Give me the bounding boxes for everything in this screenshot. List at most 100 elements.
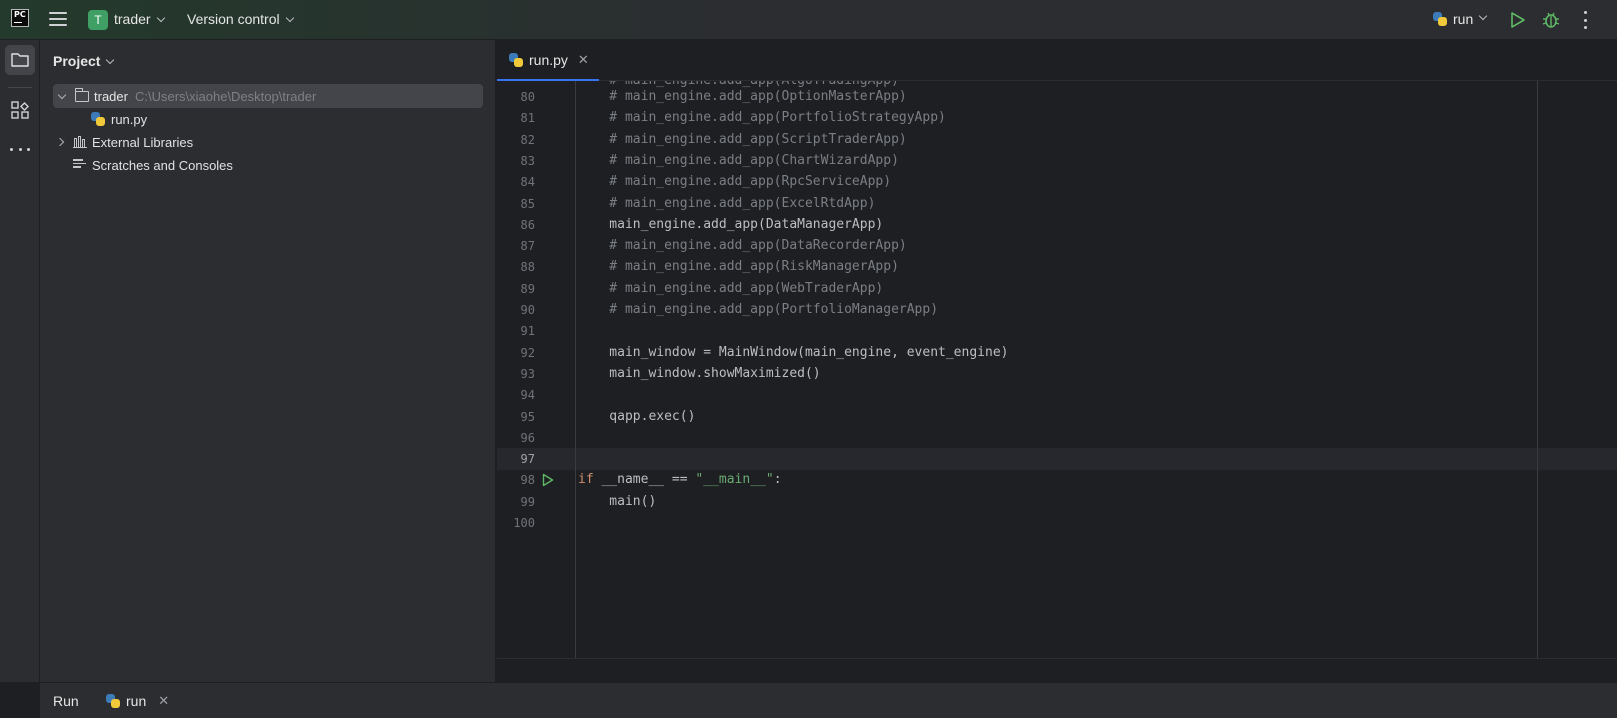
chevron-down-icon — [156, 13, 165, 23]
tree-item-scratches[interactable]: Scratches and Consoles — [53, 153, 483, 177]
code-line[interactable]: 96 — [497, 427, 1617, 449]
code-line[interactable]: 94 — [497, 384, 1617, 406]
line-number: 89 — [520, 281, 535, 296]
chevron-down-icon — [285, 13, 294, 23]
project-view-selector[interactable]: Project — [53, 53, 115, 69]
tab-run-py[interactable]: run.py ✕ — [497, 40, 599, 81]
line-number: 98 — [520, 473, 535, 488]
line-number: 90 — [520, 303, 535, 317]
code-text: # main_engine.add_app(WebTraderApp) — [578, 280, 884, 296]
code-text: # main_engine.add_app(OptionMasterApp) — [578, 89, 907, 104]
code-line[interactable]: 82 # main_engine.add_app(ScriptTraderApp… — [497, 129, 1617, 151]
close-icon[interactable]: ✕ — [578, 52, 589, 68]
code-line[interactable]: 92 main_window = MainWindow(main_engine,… — [497, 342, 1617, 364]
line-number: 84 — [520, 175, 535, 190]
line-number: 93 — [520, 366, 535, 381]
divider — [8, 87, 32, 88]
code-line[interactable]: 90 # main_engine.add_app(PortfolioManage… — [497, 299, 1617, 321]
code-line[interactable]: 86 main_engine.add_app(DataManagerApp) — [497, 214, 1617, 236]
more-tool-windows-button[interactable] — [10, 148, 30, 154]
pycharm-logo-icon: PC — [11, 9, 29, 27]
line-number: 80 — [520, 90, 535, 104]
debug-button[interactable] — [1541, 10, 1561, 30]
code-text: # main_engine.add_app(PortfolioManagerAp… — [578, 302, 939, 317]
code-line[interactable]: 99 main() — [497, 491, 1617, 513]
code-line[interactable]: 88 # main_engine.add_app(RiskManagerApp) — [497, 256, 1617, 278]
chevron-down-icon — [1478, 11, 1488, 21]
tree-item-label: Scratches and Consoles — [92, 157, 233, 173]
main-menu-button[interactable] — [49, 12, 67, 26]
line-number: 92 — [520, 345, 535, 360]
line-number: 100 — [513, 516, 535, 530]
code-line[interactable]: 85 # main_engine.add_app(ExcelRtdApp) — [497, 193, 1617, 215]
code-text: qapp.exec() — [578, 408, 696, 424]
tree-item-trader[interactable]: trader C:\Users\xiaohe\Desktop\trader — [53, 84, 483, 108]
tool-window-strip — [0, 40, 40, 682]
code-text: # main_engine.add_app(ChartWizardApp) — [578, 152, 899, 168]
line-number: 83 — [520, 153, 535, 168]
run-config-selector[interactable]: run — [1433, 11, 1488, 27]
expand-arrow-icon[interactable] — [57, 90, 67, 99]
python-file-icon — [509, 52, 523, 67]
libraries-icon — [73, 136, 87, 148]
code-area[interactable]: # main_engine.add_app(AlgoTradingApp) 80… — [497, 81, 1617, 658]
project-badge[interactable]: T — [88, 10, 108, 30]
line-number: 95 — [520, 409, 535, 424]
run-tab[interactable]: run ✕ — [106, 693, 169, 709]
code-line[interactable]: 93 main_window.showMaximized() — [497, 363, 1617, 385]
code-text: main() — [578, 493, 657, 509]
code-text: main_window.showMaximized() — [578, 365, 821, 381]
run-tool-bar: Run run ✕ — [40, 682, 1617, 718]
code-text: # main_engine.add_app(RpcServiceApp) — [578, 174, 892, 190]
code-line[interactable]: 98 if __name__ == "__main__": — [497, 469, 1617, 491]
python-icon — [106, 694, 120, 708]
python-file-icon — [91, 112, 105, 126]
collapse-arrow-icon[interactable] — [55, 137, 65, 147]
tree-item-label: trader — [94, 88, 128, 104]
version-control-menu[interactable]: Version control — [187, 11, 294, 27]
code-line[interactable]: 95 qapp.exec() — [497, 406, 1617, 428]
close-icon[interactable]: ✕ — [158, 693, 169, 709]
run-tab-label: run — [126, 693, 147, 709]
line-number: 86 — [520, 217, 535, 232]
tree-item-run-py[interactable]: run.py — [53, 107, 483, 131]
code-text: if __name__ == "__main__": — [578, 472, 782, 488]
code-text: # main_engine.add_app(DataRecorderApp) — [578, 238, 907, 254]
project-panel: Project trader C:\Users\xiaohe\Desktop\t… — [40, 40, 496, 682]
more-actions-button[interactable] — [1584, 11, 1588, 29]
code-text: # main_engine.add_app(ExcelRtdApp) — [578, 195, 876, 211]
editor: run.py ✕ # main_engine.add_app(AlgoTradi… — [497, 40, 1617, 682]
code-line[interactable]: 81 # main_engine.add_app(PortfolioStrate… — [497, 107, 1617, 129]
line-number: 81 — [520, 111, 535, 126]
code-line[interactable]: 89 # main_engine.add_app(WebTraderApp) — [497, 278, 1617, 300]
tree-item-label: External Libraries — [92, 134, 194, 150]
line-number: 82 — [520, 132, 535, 147]
code-text: # main_engine.add_app(RiskManagerApp) — [578, 259, 899, 275]
code-line[interactable]: 80 # main_engine.add_app(OptionMasterApp… — [497, 86, 1617, 108]
run-button[interactable] — [1510, 11, 1526, 29]
line-number: 91 — [520, 324, 535, 339]
panel-title: Project — [53, 53, 101, 69]
line-number: 85 — [520, 196, 535, 211]
code-line[interactable]: 100 — [497, 512, 1617, 534]
gutter-run-icon[interactable] — [542, 473, 554, 487]
code-line[interactable]: 84 # main_engine.add_app(RpcServiceApp) — [497, 171, 1617, 193]
code-text: # main_engine.add_app(PortfolioStrategyA… — [578, 110, 946, 126]
project-switcher[interactable]: trader — [114, 11, 165, 27]
code-line[interactable]: 87 # main_engine.add_app(DataRecorderApp… — [497, 235, 1617, 257]
code-text: main_window = MainWindow(main_engine, ev… — [578, 344, 1009, 360]
code-line[interactable]: 83 # main_engine.add_app(ChartWizardApp) — [497, 150, 1617, 172]
structure-icon[interactable] — [10, 100, 30, 120]
tree-item-label: run.py — [111, 111, 148, 127]
code-line[interactable]: 97 — [497, 448, 1617, 470]
folder-icon — [74, 87, 89, 102]
run-tool-title[interactable]: Run — [53, 693, 79, 709]
project-tool-button[interactable] — [5, 45, 35, 75]
code-text: main_engine.add_app(DataManagerApp) — [578, 216, 884, 232]
folder-icon — [11, 53, 29, 67]
tree-item-path: C:\Users\xiaohe\Desktop\trader — [134, 88, 317, 104]
tree-item-external-libraries[interactable]: External Libraries — [53, 130, 483, 154]
editor-tabs: run.py ✕ — [497, 40, 1617, 81]
run-config-label: run — [1453, 11, 1474, 27]
code-line[interactable]: 91 — [497, 320, 1617, 342]
